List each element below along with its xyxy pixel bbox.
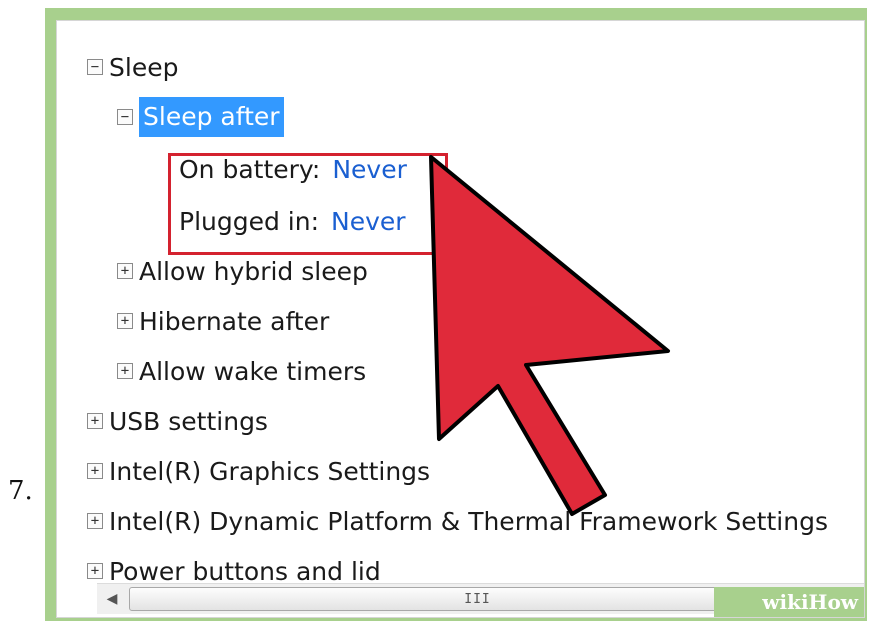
wikihow-watermark: wiki How	[714, 587, 864, 617]
screenshot-frame: − Sleep − Sleep after On battery: Never …	[45, 8, 867, 621]
watermark-how: How	[808, 590, 858, 614]
power-options-tree: − Sleep − Sleep after On battery: Never …	[56, 20, 865, 618]
watermark-wiki: wiki	[762, 590, 809, 614]
mouse-cursor-icon	[429, 155, 670, 516]
step-number: 7.	[8, 476, 33, 506]
